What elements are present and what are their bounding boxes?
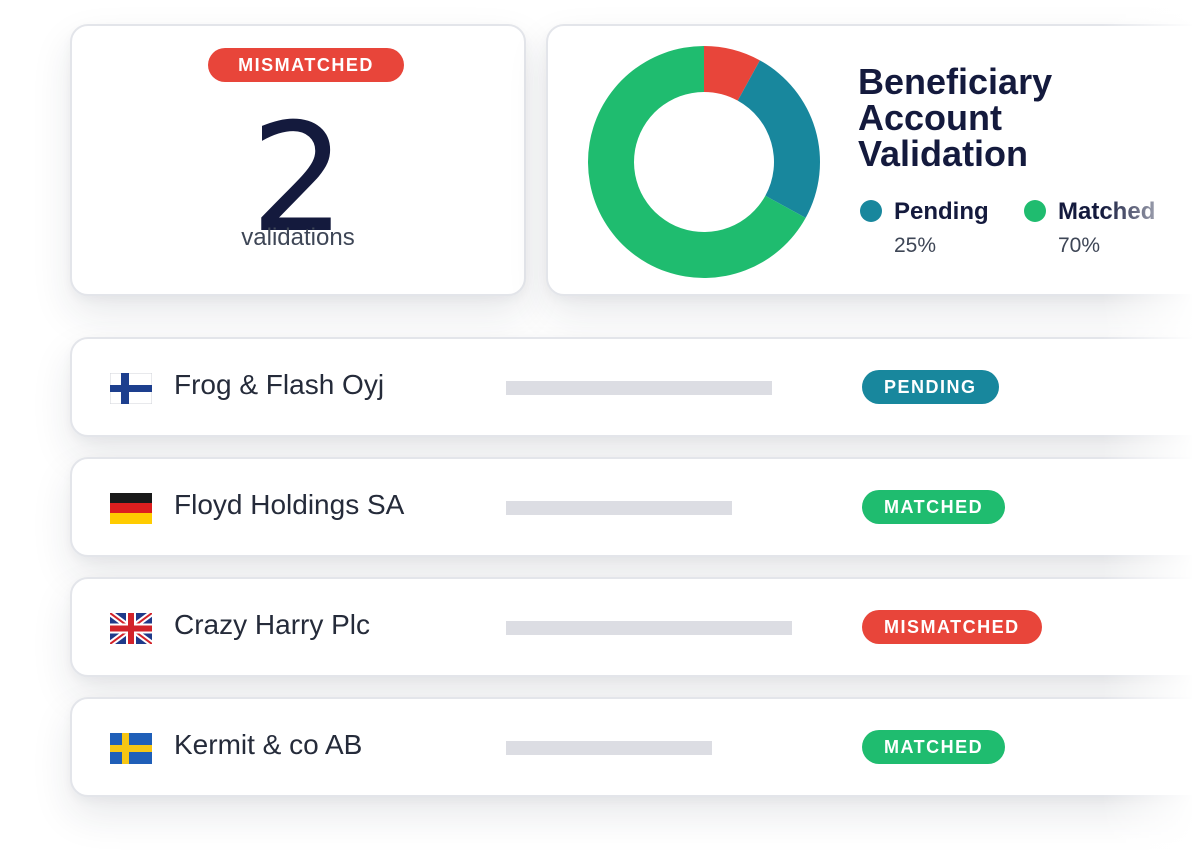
legend-dot-pending xyxy=(860,200,882,222)
company-name: Kermit & co AB xyxy=(174,729,363,760)
placeholder-bar xyxy=(506,621,792,635)
chart-title: Beneficiary Account Validation xyxy=(858,64,1158,172)
legend-label: Matched xyxy=(1058,198,1156,225)
status-badge: PENDING xyxy=(862,370,999,404)
legend-dot-matched xyxy=(1024,200,1046,222)
legend-label: Pending xyxy=(894,198,989,225)
company-name: Floyd Holdings SA xyxy=(174,489,405,520)
validation-count-label: validations xyxy=(241,224,355,251)
mismatched-badge: MISMATCHED xyxy=(208,48,404,82)
sweden-flag-icon xyxy=(110,733,152,764)
donut-slice-pending xyxy=(737,60,820,218)
status-badge: MISMATCHED xyxy=(862,610,1042,644)
germany-flag-icon xyxy=(110,493,152,524)
list-item[interactable]: Crazy Harry Plc MISMATCHED xyxy=(70,577,1192,677)
validation-donut-chart xyxy=(588,46,820,278)
list-item[interactable]: Kermit & co AB MATCHED xyxy=(70,697,1192,797)
list-item[interactable]: Floyd Holdings SA MATCHED xyxy=(70,457,1192,557)
placeholder-bar xyxy=(506,501,732,515)
placeholder-bar xyxy=(506,381,772,395)
status-badge: MATCHED xyxy=(862,490,1006,524)
legend-value: 70% xyxy=(1058,234,1101,257)
status-badge: MATCHED xyxy=(862,730,1006,764)
legend-value: 25% xyxy=(894,234,937,257)
placeholder-bar xyxy=(506,741,712,755)
list-item[interactable]: Frog & Flash Oyj PENDING xyxy=(70,337,1192,437)
company-name: Crazy Harry Plc xyxy=(174,609,371,640)
uk-flag-icon xyxy=(110,613,152,644)
chart-title-line: Account xyxy=(858,97,1002,138)
validation-chart-card: Beneficiary Account Validation Pending 2… xyxy=(546,24,1192,296)
company-name: Frog & Flash Oyj xyxy=(174,369,385,400)
finland-flag-icon xyxy=(110,373,152,404)
chart-title-line: Beneficiary xyxy=(858,61,1053,102)
validation-count-card: MISMATCHED 2 validations xyxy=(70,24,526,296)
chart-title-line: Validation xyxy=(858,133,1029,174)
